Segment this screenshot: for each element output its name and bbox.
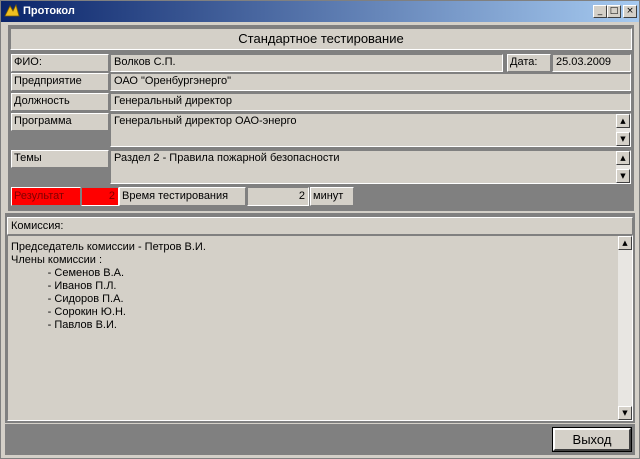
maximize-button[interactable]: □: [607, 5, 621, 18]
commission-line: - Сорокин Ю.Н.: [11, 306, 126, 318]
scroll-up-icon[interactable]: ▲: [616, 114, 630, 128]
bottom-bar: [5, 424, 635, 455]
scroll-up-icon[interactable]: ▲: [618, 236, 632, 250]
result-value: 2: [81, 187, 119, 206]
commission-line: Члены комиссии :: [11, 254, 103, 266]
time-value: 2: [247, 187, 309, 206]
topics-scrollbar[interactable]: ▲ ▼: [616, 151, 630, 183]
position-value: Генеральный директор: [110, 93, 631, 111]
program-scrollbar[interactable]: ▲ ▼: [616, 114, 630, 146]
commission-line: - Павлов В.И.: [11, 319, 117, 331]
commission-line: - Сидоров П.А.: [11, 293, 124, 305]
protocol-window: Протокол _ □ × Стандартное тестирование …: [0, 0, 640, 459]
minimize-button[interactable]: _: [593, 5, 607, 18]
close-button[interactable]: ×: [623, 5, 637, 18]
scroll-down-icon[interactable]: ▼: [616, 132, 630, 146]
commission-line: - Иванов П.Л.: [11, 280, 117, 292]
exit-button[interactable]: Выход: [552, 427, 632, 452]
date-label: Дата:: [507, 54, 551, 72]
commission-line: - Семенов В.А.: [11, 267, 125, 279]
position-label: Должность: [11, 93, 109, 111]
commission-line: Председатель комиссии - Петров В.И.: [11, 241, 206, 253]
scroll-down-icon[interactable]: ▼: [616, 169, 630, 183]
time-label: Время тестирования: [119, 187, 246, 206]
enterprise-value: ОАО "Оренбургэнерго": [110, 73, 631, 91]
commission-text-area[interactable]: Председатель комиссии - Петров В.И. Член…: [7, 235, 633, 421]
scroll-up-icon[interactable]: ▲: [616, 151, 630, 165]
enterprise-label: Предприятие: [11, 73, 109, 91]
topics-value: Раздел 2 - Правила пожарной безопасности: [114, 152, 340, 164]
scroll-down-icon[interactable]: ▼: [618, 406, 632, 420]
app-icon: [4, 4, 20, 17]
time-unit: минут: [310, 187, 354, 206]
title-bar: Протокол _ □ ×: [1, 1, 639, 22]
program-field[interactable]: Генеральный директор ОАО-энерго ▲ ▼: [110, 113, 631, 147]
topics-label: Темы: [11, 150, 109, 168]
commission-scrollbar[interactable]: ▲ ▼: [618, 236, 632, 420]
fio-label: ФИО:: [11, 54, 109, 72]
fio-value: Волков С.П.: [110, 54, 503, 72]
window-title: Протокол: [23, 5, 75, 17]
program-label: Программа: [11, 113, 109, 131]
result-label: Результат: [11, 187, 81, 206]
test-type-title: Стандартное тестирование: [10, 28, 632, 50]
program-value: Генеральный директор ОАО-энерго: [114, 115, 297, 127]
commission-header: Комиссия:: [7, 217, 633, 235]
topics-field[interactable]: Раздел 2 - Правила пожарной безопасности…: [110, 150, 631, 184]
date-value: 25.03.2009: [552, 54, 631, 72]
